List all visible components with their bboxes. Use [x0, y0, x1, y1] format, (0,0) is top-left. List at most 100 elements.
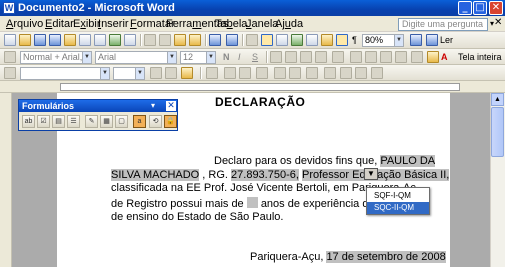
- font-select[interactable]: Arial ▼: [95, 51, 177, 64]
- highlight-icon[interactable]: [427, 51, 439, 63]
- line-weight-select[interactable]: ▼: [113, 67, 145, 80]
- decrease-indent-icon[interactable]: [380, 51, 392, 63]
- undo-icon[interactable]: [209, 34, 221, 46]
- redo-icon[interactable]: [226, 34, 238, 46]
- justify-icon[interactable]: [315, 51, 327, 63]
- sort-descending-icon[interactable]: [355, 67, 367, 79]
- format-painter-icon[interactable]: [189, 34, 201, 46]
- text-field-icon[interactable]: ab: [22, 115, 35, 128]
- tables-borders-icon[interactable]: [261, 34, 273, 46]
- menu-ajuda[interactable]: Ajuda: [275, 17, 303, 31]
- reset-fields-icon[interactable]: ⟲: [149, 115, 162, 128]
- menu-janela[interactable]: Janela: [246, 17, 278, 31]
- name-field-1[interactable]: PAULO DA: [380, 155, 436, 167]
- paste-icon[interactable]: [174, 34, 186, 46]
- distribute-columns-icon[interactable]: [289, 67, 301, 79]
- cut-icon[interactable]: [144, 34, 156, 46]
- menu-arquivo[interactable]: Arquivo: [6, 17, 43, 31]
- outside-border-icon[interactable]: [165, 67, 177, 79]
- line-spacing-icon[interactable]: [332, 51, 344, 63]
- minimize-button[interactable]: _: [458, 1, 472, 15]
- maximize-button[interactable]: □: [473, 1, 487, 15]
- split-cells-icon[interactable]: [239, 67, 251, 79]
- insert-table-icon[interactable]: ▦: [100, 115, 113, 128]
- dropdown-options-list[interactable]: SQF-I-QM SQC-II-QM: [366, 187, 430, 215]
- dropdown-option-selected[interactable]: SQC-II-QM: [367, 202, 429, 214]
- styles-pane-icon[interactable]: [4, 51, 16, 63]
- menu-editar[interactable]: Editar: [45, 17, 74, 31]
- document-close-icon[interactable]: ✕: [494, 17, 502, 28]
- help-icon[interactable]: [410, 34, 422, 46]
- dropdown-option[interactable]: SQF-I-QM: [367, 190, 429, 202]
- spelling-icon[interactable]: [109, 34, 121, 46]
- text-direction-icon[interactable]: [324, 67, 336, 79]
- insert-frame-icon[interactable]: ▢: [115, 115, 128, 128]
- bold-icon[interactable]: N: [223, 51, 230, 64]
- new-document-icon[interactable]: [4, 34, 16, 46]
- field-options-icon[interactable]: ☰: [67, 115, 80, 128]
- autosum-icon[interactable]: [371, 67, 383, 79]
- distribute-rows-icon[interactable]: [274, 67, 286, 79]
- date-field[interactable]: 17 de setembro de 2008: [326, 251, 446, 263]
- border-color-icon[interactable]: [150, 67, 162, 79]
- scroll-up-button[interactable]: ▲: [491, 93, 504, 106]
- word-app-icon[interactable]: W: [3, 2, 15, 14]
- close-button[interactable]: ✕: [489, 1, 503, 15]
- checkbox-field-icon[interactable]: ☑: [37, 115, 50, 128]
- drawing-icon[interactable]: [321, 34, 333, 46]
- document-map-icon[interactable]: [336, 34, 348, 46]
- research-icon[interactable]: [124, 34, 136, 46]
- field-shading-icon[interactable]: a: [133, 115, 146, 128]
- dropdown-field-icon[interactable]: ▤: [52, 115, 65, 128]
- numbering-icon[interactable]: [350, 51, 362, 63]
- menu-tabela[interactable]: Tabela: [215, 17, 247, 31]
- align-right-icon[interactable]: [300, 51, 312, 63]
- years-field[interactable]: [246, 197, 258, 208]
- hyperlink-icon[interactable]: [246, 34, 258, 46]
- cell-align-icon[interactable]: [256, 67, 268, 79]
- style-select[interactable]: Normal + Arial, Justi▼: [20, 51, 92, 64]
- increase-indent-icon[interactable]: [395, 51, 407, 63]
- read-button[interactable]: Ler: [440, 34, 453, 47]
- font-size-select[interactable]: 12 ▼: [180, 51, 216, 64]
- underline-icon[interactable]: S: [252, 51, 258, 64]
- autoformat-icon[interactable]: [306, 67, 318, 79]
- italic-icon[interactable]: I: [238, 51, 241, 64]
- font-color-icon[interactable]: A: [441, 51, 448, 64]
- merge-cells-icon[interactable]: [224, 67, 236, 79]
- show-hide-icon[interactable]: ¶: [352, 34, 357, 47]
- sort-ascending-icon[interactable]: [340, 67, 352, 79]
- save-icon[interactable]: [34, 34, 46, 46]
- draw-table-icon[interactable]: [4, 67, 16, 79]
- rg-field[interactable]: 27.893.750-6,: [231, 169, 299, 181]
- help-search-input[interactable]: Digite uma pergunta: [398, 18, 488, 31]
- insert-excel-icon[interactable]: [291, 34, 303, 46]
- protect-form-icon[interactable]: 🔒: [164, 115, 177, 128]
- dropdown-form-field[interactable]: ▼: [364, 168, 378, 180]
- email-icon[interactable]: [64, 34, 76, 46]
- shading-color-icon[interactable]: [181, 67, 193, 79]
- line-style-select[interactable]: ▼: [20, 67, 110, 80]
- insert-table-menu-icon[interactable]: [206, 67, 218, 79]
- horizontal-ruler[interactable]: [0, 81, 505, 93]
- columns-icon[interactable]: [306, 34, 318, 46]
- print-icon[interactable]: [79, 34, 91, 46]
- bullets-icon[interactable]: [365, 51, 377, 63]
- open-folder-icon[interactable]: [19, 34, 31, 46]
- scroll-thumb[interactable]: [491, 107, 504, 157]
- print-preview-icon[interactable]: [94, 34, 106, 46]
- vertical-ruler[interactable]: [0, 93, 12, 267]
- border-icon[interactable]: [411, 51, 423, 63]
- align-center-icon[interactable]: [285, 51, 297, 63]
- align-left-icon[interactable]: [270, 51, 282, 63]
- menu-inserir[interactable]: Inserir: [98, 17, 129, 31]
- toolbar-options-icon[interactable]: ▾: [151, 100, 155, 112]
- insert-table-icon[interactable]: [276, 34, 288, 46]
- read-icon[interactable]: [426, 34, 438, 46]
- zoom-select[interactable]: 80% ▼: [362, 34, 404, 47]
- menu-exibir[interactable]: Exibir: [73, 17, 101, 31]
- forms-close-icon[interactable]: ✕: [166, 101, 176, 111]
- full-screen-button[interactable]: Tela inteira: [458, 51, 502, 64]
- copy-icon[interactable]: [159, 34, 171, 46]
- draw-table-icon[interactable]: ✎: [85, 115, 98, 128]
